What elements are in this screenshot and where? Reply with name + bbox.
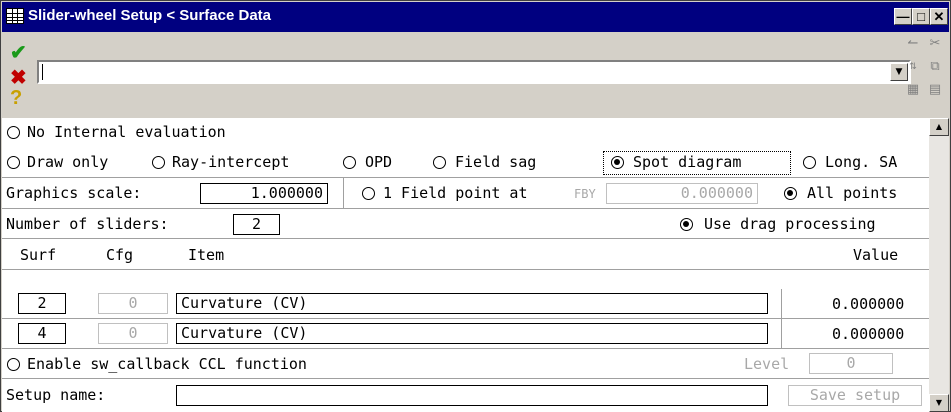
copy-icon[interactable]: ⧉ bbox=[926, 58, 944, 76]
column-header-value: Value bbox=[853, 246, 899, 264]
field-sag-radio[interactable] bbox=[433, 156, 446, 169]
level-input[interactable]: 0 bbox=[809, 353, 893, 374]
draw-only-label: Draw only bbox=[27, 153, 109, 171]
item-input[interactable]: Curvature (CV) bbox=[176, 323, 768, 344]
callback-row: Enable sw_callback CCL function Level 0 bbox=[2, 349, 929, 379]
value-text: 0.000000 bbox=[832, 295, 905, 313]
surf-input[interactable]: 4 bbox=[18, 323, 66, 344]
number-of-sliders-input[interactable]: 2 bbox=[233, 214, 280, 235]
title-bar[interactable]: Slider-wheel Setup < Surface Data — □ ✕ bbox=[2, 2, 949, 32]
minimize-icon[interactable]: — bbox=[894, 8, 912, 25]
setup-name-label: Setup name: bbox=[6, 386, 106, 404]
spot-diagram-radio[interactable] bbox=[611, 156, 624, 169]
opd-label: OPD bbox=[365, 153, 393, 171]
command-input[interactable]: ▼ bbox=[37, 60, 911, 84]
table-row: 4 0 Curvature (CV) 0.000000 bbox=[2, 319, 929, 349]
setup-name-row: Setup name: Save setup bbox=[2, 379, 929, 412]
sliders-row: Number of sliders: 2 Use drag processing bbox=[2, 209, 929, 239]
draw-only-radio[interactable] bbox=[7, 156, 20, 169]
setup-panel: No Internal evaluation Draw only Ray-int… bbox=[2, 118, 929, 412]
cfg-input[interactable]: 0 bbox=[98, 323, 168, 344]
column-header-surf: Surf bbox=[20, 246, 57, 264]
table-icon bbox=[6, 8, 24, 24]
field-sag-label: Field sag bbox=[455, 153, 537, 171]
table-row: 2 0 Curvature (CV) 0.000000 bbox=[2, 289, 929, 319]
graphics-scale-input[interactable]: 1.000000 bbox=[200, 183, 328, 204]
one-field-point-label: 1 Field point at bbox=[383, 184, 528, 202]
cfg-input[interactable]: 0 bbox=[98, 293, 168, 314]
sort-icon[interactable]: ⇅ bbox=[904, 58, 922, 76]
divider bbox=[343, 178, 344, 208]
column-header-item: Item bbox=[188, 246, 225, 264]
divider bbox=[781, 289, 782, 319]
save-setup-button[interactable]: Save setup bbox=[788, 385, 922, 406]
graphics-row: Graphics scale: 1.000000 1 Field point a… bbox=[2, 178, 929, 209]
header-divider bbox=[2, 269, 929, 270]
no-internal-label: No Internal evaluation bbox=[27, 123, 226, 141]
checkmark-icon[interactable]: ✔ bbox=[10, 40, 27, 65]
paste-icon[interactable]: ▤ bbox=[926, 81, 944, 99]
graphics-scale-label: Graphics scale: bbox=[6, 184, 142, 202]
enable-callback-label: Enable sw_callback CCL function bbox=[27, 355, 307, 373]
scroll-up-icon[interactable]: ▲ bbox=[929, 118, 949, 136]
drag-processing-label: Use drag processing bbox=[704, 215, 876, 233]
cut-icon[interactable]: ✂ bbox=[926, 35, 944, 53]
ray-intercept-label: Ray-intercept bbox=[172, 153, 290, 171]
scroll-down-icon[interactable]: ▼ bbox=[929, 394, 949, 412]
slider-table: Surf Cfg Item Value bbox=[2, 239, 929, 295]
grid-icon[interactable]: ▦ bbox=[904, 81, 922, 99]
fby-input[interactable]: 0.000000 bbox=[606, 183, 758, 204]
opd-radio[interactable] bbox=[343, 156, 356, 169]
undo-icon[interactable]: ↼ bbox=[904, 35, 922, 53]
slider-wheel-setup-window: Slider-wheel Setup < Surface Data — □ ✕ … bbox=[0, 0, 951, 412]
surf-input[interactable]: 2 bbox=[18, 293, 66, 314]
number-of-sliders-label: Number of sliders: bbox=[6, 215, 169, 233]
drag-processing-radio[interactable] bbox=[680, 218, 693, 231]
column-header-cfg: Cfg bbox=[106, 246, 134, 264]
fby-label: FBY bbox=[574, 187, 596, 201]
divider bbox=[781, 319, 782, 349]
all-points-label: All points bbox=[807, 184, 898, 202]
window-title: Slider-wheel Setup < Surface Data bbox=[28, 7, 271, 24]
one-field-point-radio[interactable] bbox=[362, 187, 375, 200]
eval-options-row: Draw only Ray-intercept OPD Field sag Sp… bbox=[2, 148, 929, 178]
ray-intercept-radio[interactable] bbox=[152, 156, 165, 169]
no-internal-row: No Internal evaluation bbox=[2, 119, 929, 148]
long-sa-radio[interactable] bbox=[803, 156, 816, 169]
setup-name-input[interactable] bbox=[176, 385, 768, 406]
command-bar: ✔ ✖ ? ▼ ↼ ✂ ⇅ ⧉ ▦ ▤ bbox=[2, 32, 949, 118]
no-internal-radio[interactable] bbox=[7, 126, 20, 139]
item-input[interactable]: Curvature (CV) bbox=[176, 293, 768, 314]
level-label: Level bbox=[744, 355, 790, 373]
maximize-icon[interactable]: □ bbox=[912, 8, 930, 25]
vertical-scrollbar[interactable]: ▲ ▼ bbox=[929, 118, 949, 412]
long-sa-label: Long. SA bbox=[825, 153, 898, 171]
all-points-radio[interactable] bbox=[784, 187, 797, 200]
text-caret bbox=[42, 64, 43, 80]
question-icon[interactable]: ? bbox=[10, 87, 22, 110]
spot-diagram-label: Spot diagram bbox=[633, 153, 742, 171]
close-icon[interactable]: ✕ bbox=[930, 8, 948, 25]
value-text: 0.000000 bbox=[832, 325, 905, 343]
enable-callback-radio[interactable] bbox=[7, 358, 20, 371]
